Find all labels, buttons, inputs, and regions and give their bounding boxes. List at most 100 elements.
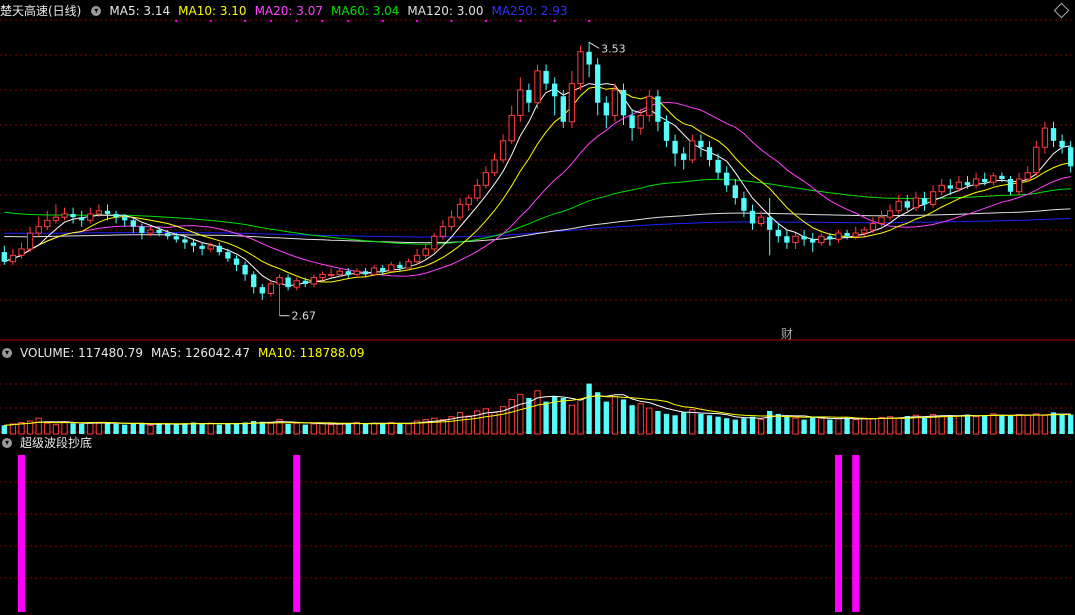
candle-body (190, 242, 197, 246)
candle-body (620, 89, 627, 116)
volume-settings-icon[interactable]: ▾ (2, 348, 12, 358)
top-marker-dot (416, 20, 419, 22)
volume-bar (70, 423, 76, 434)
volume-bar (1, 425, 7, 434)
candle-body (810, 239, 816, 243)
volume-bar (517, 393, 524, 435)
ma120-line (4, 208, 1071, 244)
volume-bar (370, 422, 378, 435)
ma250-label: MA250: 2.93 (491, 4, 568, 18)
volume-bar (689, 409, 696, 435)
candle-body (629, 115, 635, 129)
top-marker-dot (484, 20, 487, 22)
candle-body (526, 89, 532, 103)
top-marker-dot (588, 20, 591, 22)
volume-bar (637, 403, 644, 435)
volume-bar (818, 417, 825, 435)
volume-bar (1068, 414, 1074, 434)
volume-bar (844, 418, 850, 434)
volume-bar (456, 411, 464, 435)
volume-bar (611, 396, 619, 435)
candle-body (1068, 147, 1074, 167)
candle-body (784, 236, 790, 243)
volume-bar (620, 399, 627, 434)
candle-body (732, 185, 738, 199)
candle-body (560, 96, 566, 122)
candle-body (233, 258, 240, 265)
volume-bar (955, 415, 963, 435)
top-marker-dot (269, 20, 272, 22)
candle-body (1033, 146, 1040, 174)
volume-bar (732, 419, 738, 434)
volume-bar (233, 423, 240, 434)
volume-bar (672, 415, 678, 434)
candle-body (517, 89, 524, 116)
candle-body (577, 51, 584, 85)
high-price-label: 3.53 (601, 42, 626, 55)
volume-bar (52, 424, 60, 435)
volume-bar (886, 416, 894, 435)
candle-body (345, 271, 351, 275)
candle-body (1050, 128, 1057, 141)
candle-body (999, 175, 1005, 179)
candle-body (921, 198, 928, 205)
signal-bar (852, 455, 860, 612)
candle-body (715, 159, 721, 173)
candle-body (982, 179, 988, 183)
candle-body (353, 270, 361, 275)
volume-bar (388, 421, 395, 435)
top-marker-dot (244, 20, 247, 22)
top-marker-dot (519, 20, 522, 22)
candle-body (955, 181, 963, 190)
stock-title[interactable]: 楚天高速(日线) (0, 3, 81, 19)
candle-body (216, 245, 222, 253)
candle-body (689, 140, 696, 161)
candle-body (439, 226, 447, 237)
candle-body (1007, 179, 1014, 192)
candle-body (1015, 178, 1023, 193)
volume-bar (767, 410, 773, 434)
volume-bar (852, 419, 859, 435)
candle-body (724, 172, 730, 186)
volume-bar (336, 423, 343, 435)
volume-bar (741, 418, 747, 434)
volume-bar (199, 423, 205, 434)
candle-body (113, 213, 119, 218)
volume-bar (895, 417, 902, 435)
ma10-label: MA10: 3.10 (178, 4, 247, 18)
candle-body (491, 159, 498, 174)
volume-bar (362, 423, 369, 434)
settings-circle-icon[interactable]: ▾ (91, 6, 102, 16)
candle-body (861, 229, 868, 234)
indicator-settings-icon[interactable]: ▾ (2, 438, 12, 448)
volume-ma10-label: MA10: 118788.09 (257, 346, 365, 360)
ma5-line (4, 83, 1071, 287)
candle-body (844, 233, 850, 237)
volume-bar (1041, 414, 1049, 435)
main-chart-header: 楚天高速(日线) ▾ MA5: 3.14 MA10: 3.10 MA20: 3.… (0, 3, 568, 19)
candle-body (775, 229, 781, 237)
candle-body (79, 217, 85, 221)
candle-body (276, 277, 283, 285)
volume-bar (405, 423, 412, 435)
volume-bar (267, 422, 275, 435)
candle-body (327, 273, 335, 276)
volume-bar (165, 423, 171, 434)
volume-bar (1024, 414, 1031, 435)
candle-body (370, 267, 378, 275)
candle-body (595, 64, 601, 103)
volume-bar (921, 416, 928, 434)
finance-marker[interactable]: 财 (781, 327, 793, 341)
candle-body (895, 200, 902, 212)
candle-body (990, 175, 997, 183)
volume-bar (173, 424, 179, 434)
volume-bar (302, 424, 308, 434)
candle-body (122, 217, 128, 221)
candle-body (741, 198, 747, 211)
candle-body (26, 232, 34, 250)
candle-body (1059, 140, 1065, 148)
volume-bar (810, 416, 816, 434)
volume-bar (182, 423, 188, 434)
volume-bar (526, 398, 532, 434)
volume-bar (35, 417, 42, 435)
